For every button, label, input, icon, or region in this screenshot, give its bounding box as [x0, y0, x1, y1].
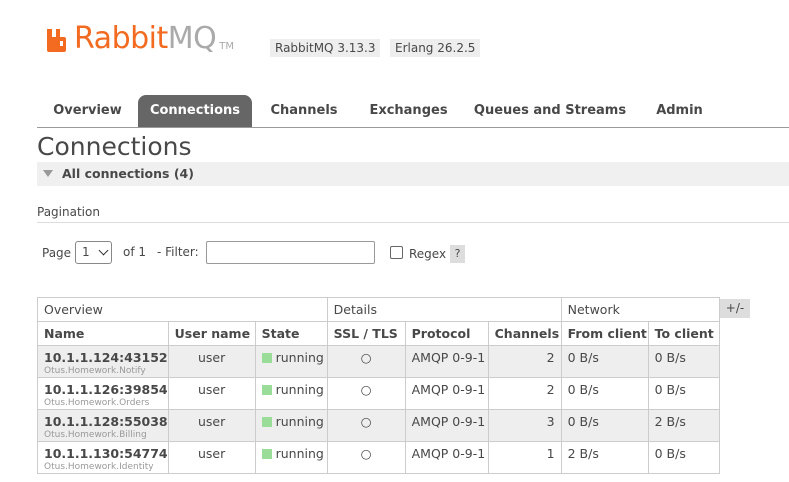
group-details: Details — [326, 297, 562, 322]
client-name: Otus.Homework.Identity — [44, 462, 154, 472]
state-label: running — [275, 446, 324, 461]
rabbitmq-version-badge: RabbitMQ 3.13.3 — [270, 39, 381, 57]
chevron-down-icon — [98, 245, 109, 256]
tab-exchanges[interactable]: Exchanges — [357, 95, 460, 127]
protocol-cell: AMQP 0-9-1 — [404, 377, 489, 410]
all-connections-section-toggle[interactable]: All connections (4) — [37, 162, 789, 186]
collapse-triangle-icon — [43, 170, 53, 177]
column-header-channels[interactable]: Channels — [487, 321, 562, 346]
user-cell: user — [167, 377, 256, 410]
ssl-cell: ○ — [326, 345, 406, 378]
rabbitmq-logo[interactable]: RabbitMQ TM — [46, 22, 234, 56]
group-network: Network — [560, 297, 720, 322]
table-row: 10.1.1.130:54774 Otus.Homework.Identity u… — [37, 441, 720, 474]
rabbitmq-logo-icon — [46, 28, 70, 52]
table-row: 10.1.1.126:39854 Otus.Homework.Orders use… — [37, 377, 720, 410]
state-cell: running — [254, 377, 328, 410]
tab-admin[interactable]: Admin — [643, 95, 716, 127]
to-client-cell: 0 B/s — [647, 441, 720, 474]
section-label: All connections (4) — [62, 166, 194, 181]
user-cell: user — [167, 441, 256, 474]
running-status-indicator — [261, 385, 272, 395]
ssl-cell: ○ — [326, 409, 406, 442]
running-status-indicator — [261, 417, 272, 427]
main-nav-tabs: Overview Connections Channels Exchanges … — [37, 95, 789, 128]
to-client-cell: 0 B/s — [647, 345, 720, 378]
tab-overview[interactable]: Overview — [37, 95, 138, 127]
column-header-user-name[interactable]: User name — [167, 321, 256, 346]
from-client-cell: 0 B/s — [560, 377, 649, 410]
ssl-cell: ○ — [326, 377, 406, 410]
protocol-cell: AMQP 0-9-1 — [404, 441, 489, 474]
channels-cell: 1 — [487, 441, 562, 474]
column-header-state[interactable]: State — [254, 321, 328, 346]
connection-address-link[interactable]: 10.1.1.128:55038 — [44, 414, 168, 429]
from-client-cell: 2 B/s — [560, 441, 649, 474]
state-label: running — [275, 350, 324, 365]
tab-channels[interactable]: Channels — [257, 95, 351, 127]
regex-label: Regex — [409, 247, 447, 261]
page-title: Connections — [37, 132, 192, 161]
ssl-cell: ○ — [326, 441, 406, 474]
client-name: Otus.Homework.Notify — [44, 366, 146, 376]
state-label: running — [275, 382, 324, 397]
page-select[interactable]: 1 — [75, 241, 112, 264]
connection-name-cell[interactable]: 10.1.1.128:55038 Otus.Homework.Billing — [37, 409, 169, 442]
connection-address-link[interactable]: 10.1.1.126:39854 — [44, 382, 168, 397]
column-header-ssl-tls[interactable]: SSL / TLS — [326, 321, 406, 346]
state-cell: running — [254, 345, 328, 378]
channels-cell: 2 — [487, 377, 562, 410]
connection-address-link[interactable]: 10.1.1.124:43152 — [44, 350, 168, 365]
channels-cell: 3 — [487, 409, 562, 442]
from-client-cell: 0 B/s — [560, 345, 649, 378]
tab-queues-and-streams[interactable]: Queues and Streams — [467, 95, 633, 127]
user-cell: user — [167, 409, 256, 442]
to-client-cell: 0 B/s — [647, 377, 720, 410]
protocol-cell: AMQP 0-9-1 — [404, 345, 489, 378]
column-header-protocol[interactable]: Protocol — [404, 321, 489, 346]
trademark: TM — [219, 40, 235, 52]
column-header-name[interactable]: Name — [37, 321, 169, 346]
help-button[interactable]: ? — [450, 245, 465, 263]
client-name: Otus.Homework.Orders — [44, 398, 150, 408]
table-row: 10.1.1.128:55038 Otus.Homework.Billing us… — [37, 409, 720, 442]
connection-address-link[interactable]: 10.1.1.130:54774 — [44, 446, 168, 461]
column-header-from-client[interactable]: From client — [560, 321, 649, 346]
column-toggle-button[interactable]: +/- — [720, 299, 750, 318]
tab-connections[interactable]: Connections — [138, 95, 252, 127]
page-count-label: of 1 — [123, 245, 147, 259]
filter-input[interactable] — [206, 241, 375, 264]
connection-name-cell[interactable]: 10.1.1.124:43152 Otus.Homework.Notify — [37, 345, 169, 378]
connection-name-cell[interactable]: 10.1.1.126:39854 Otus.Homework.Orders — [37, 377, 169, 410]
erlang-version-badge: Erlang 26.2.5 — [390, 39, 481, 57]
page-label: Page — [42, 246, 72, 260]
user-cell: user — [167, 345, 256, 378]
to-client-cell: 2 B/s — [647, 409, 720, 442]
running-status-indicator — [261, 449, 272, 459]
table-row: 10.1.1.124:43152 Otus.Homework.Notify use… — [37, 345, 720, 378]
client-name: Otus.Homework.Billing — [44, 430, 147, 440]
channels-cell: 2 — [487, 345, 562, 378]
connections-table: Overview Details Network Name User name … — [37, 297, 720, 474]
state-cell: running — [254, 409, 328, 442]
pagination-heading: Pagination — [37, 205, 100, 219]
from-client-cell: 0 B/s — [560, 409, 649, 442]
logo-wordmark: RabbitMQ — [74, 21, 217, 56]
filter-label: - Filter: — [157, 245, 199, 259]
group-overview: Overview — [37, 297, 328, 322]
state-label: running — [275, 414, 324, 429]
state-cell: running — [254, 441, 328, 474]
divider — [37, 222, 789, 223]
regex-checkbox[interactable] — [390, 246, 403, 259]
protocol-cell: AMQP 0-9-1 — [404, 409, 489, 442]
column-header-to-client[interactable]: To client — [647, 321, 720, 346]
connection-name-cell[interactable]: 10.1.1.130:54774 Otus.Homework.Identity — [37, 441, 169, 474]
running-status-indicator — [261, 353, 272, 363]
page-select-value: 1 — [82, 245, 90, 259]
